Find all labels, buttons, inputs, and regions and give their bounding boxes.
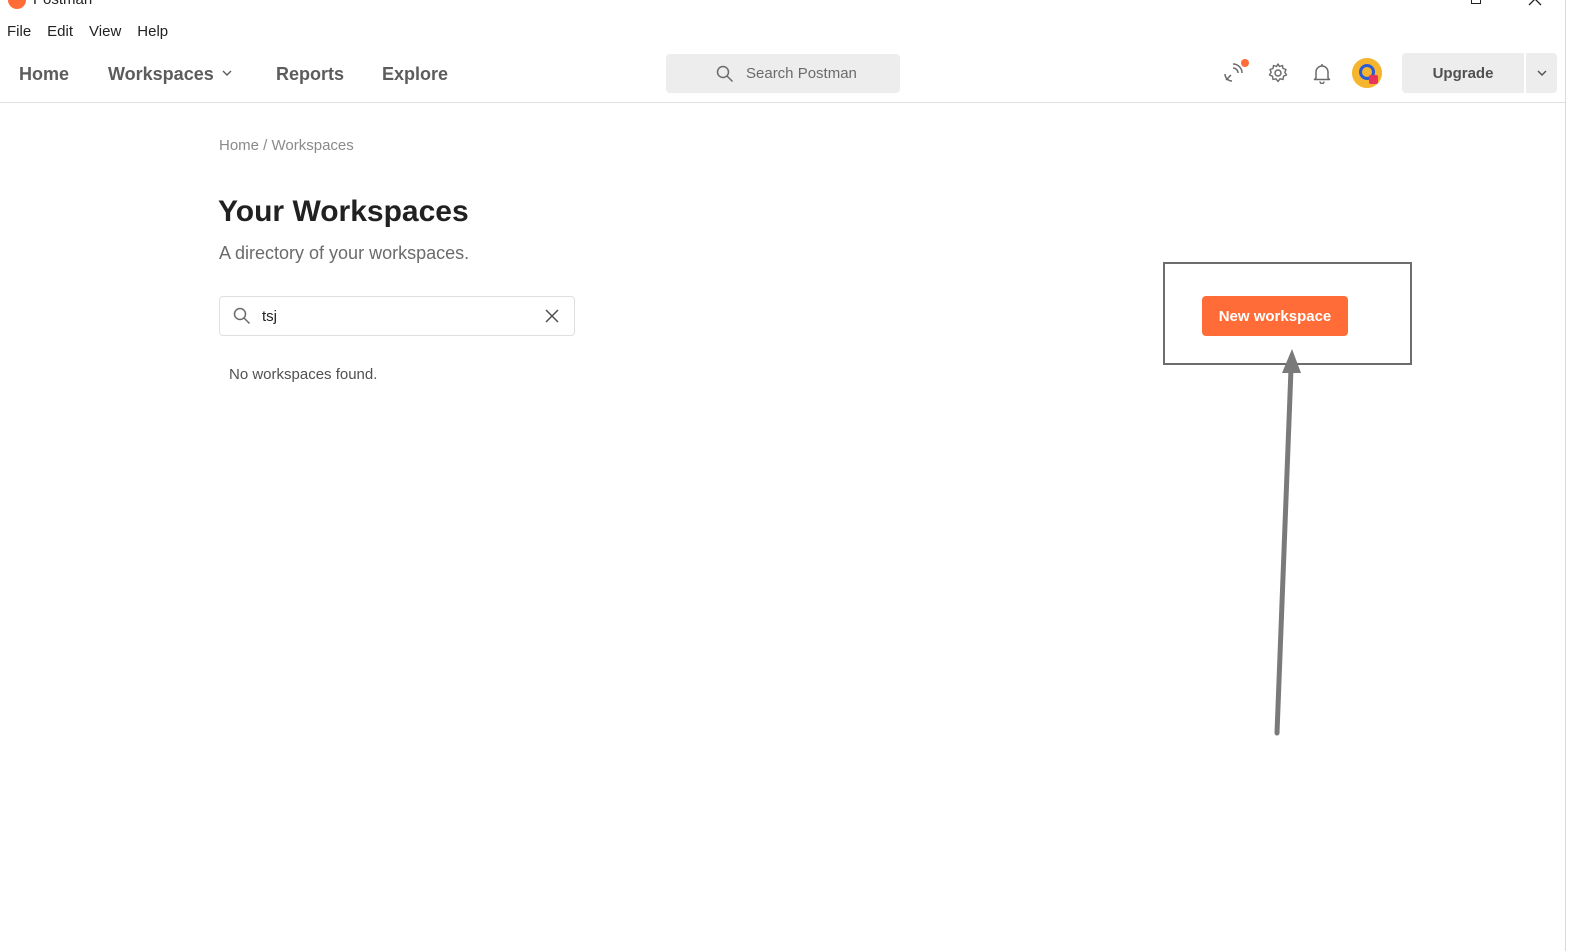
nav-workspaces[interactable]: Workspaces bbox=[108, 63, 214, 85]
nav-home[interactable]: Home bbox=[19, 63, 69, 85]
menu-bar: File Edit View Help bbox=[0, 20, 176, 44]
page-title: Your Workspaces bbox=[218, 195, 469, 228]
menu-file[interactable]: File bbox=[0, 20, 39, 44]
bell-icon[interactable] bbox=[1311, 62, 1333, 84]
maximize-icon[interactable] bbox=[1471, 0, 1481, 4]
annotation-arrow-icon bbox=[1274, 349, 1301, 736]
upgrade-dropdown-button[interactable] bbox=[1526, 53, 1557, 93]
window-title: Postman bbox=[33, 0, 92, 8]
upgrade-button[interactable]: Upgrade bbox=[1402, 53, 1524, 93]
gear-icon[interactable] bbox=[1267, 62, 1289, 84]
breadcrumb[interactable]: Home / Workspaces bbox=[219, 137, 354, 155]
postman-logo-icon bbox=[8, 0, 26, 9]
search-icon bbox=[716, 65, 734, 83]
workspace-search-input[interactable] bbox=[262, 305, 522, 327]
search-placeholder: Search Postman bbox=[746, 65, 857, 82]
search-icon bbox=[233, 307, 251, 325]
page-subtitle: A directory of your workspaces. bbox=[219, 243, 470, 263]
avatar[interactable] bbox=[1352, 58, 1382, 88]
clear-icon[interactable] bbox=[544, 308, 560, 324]
title-bar: Postman bbox=[0, 0, 1583, 10]
global-search[interactable]: Search Postman bbox=[666, 54, 900, 93]
chevron-down-icon bbox=[1537, 70, 1546, 76]
menu-help[interactable]: Help bbox=[129, 20, 176, 44]
notification-dot bbox=[1241, 59, 1249, 67]
avatar-image-icon bbox=[1352, 58, 1382, 88]
workspace-search-field[interactable] bbox=[219, 296, 575, 336]
nav-reports[interactable]: Reports bbox=[276, 63, 344, 85]
top-header: Home Workspaces Reports Explore Search P… bbox=[0, 48, 1565, 103]
satellite-icon[interactable] bbox=[1222, 62, 1244, 84]
close-icon[interactable] bbox=[1527, 0, 1543, 7]
chevron-down-icon[interactable] bbox=[222, 68, 232, 78]
menu-view[interactable]: View bbox=[81, 20, 129, 44]
menu-edit[interactable]: Edit bbox=[39, 20, 81, 44]
nav-explore[interactable]: Explore bbox=[382, 63, 448, 85]
new-workspace-button[interactable]: New workspace bbox=[1202, 296, 1348, 336]
empty-state-message: No workspaces found. bbox=[229, 366, 378, 383]
window-border bbox=[1565, 0, 1566, 951]
